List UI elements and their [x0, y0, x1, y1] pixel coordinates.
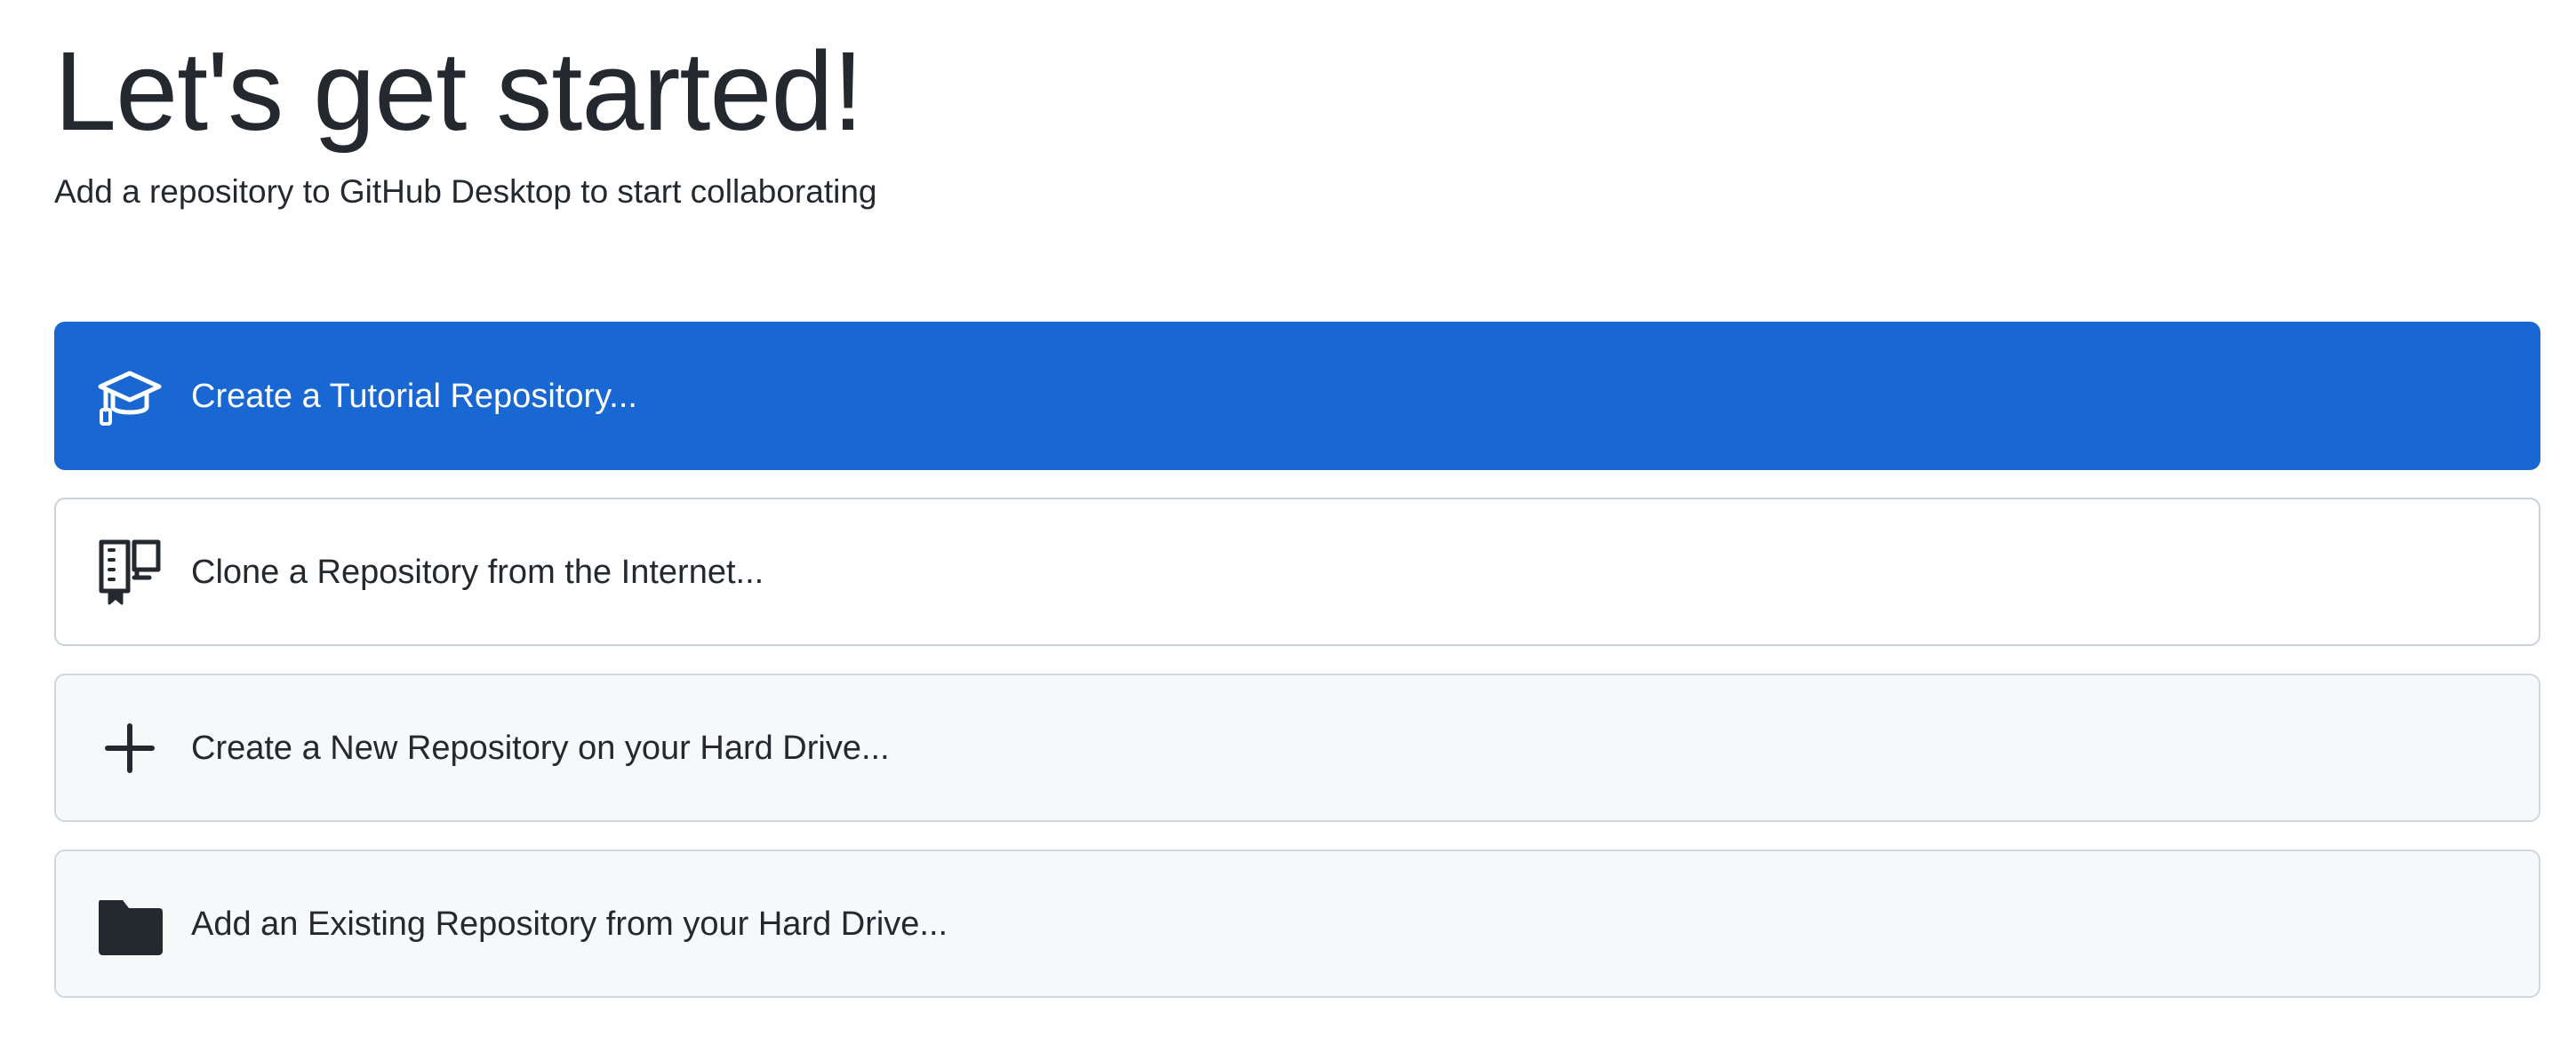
create-tutorial-repository-button[interactable]: Create a Tutorial Repository... — [54, 322, 2540, 470]
add-existing-repository-button[interactable]: Add an Existing Repository from your Har… — [54, 850, 2540, 998]
create-new-repository-label: Create a New Repository on your Hard Dri… — [191, 729, 890, 767]
plus-icon — [95, 714, 164, 783]
add-existing-repository-label: Add an Existing Repository from your Har… — [191, 905, 948, 943]
mortarboard-icon — [95, 362, 164, 431]
create-new-repository-button[interactable]: Create a New Repository on your Hard Dri… — [54, 674, 2540, 822]
create-tutorial-repository-label: Create a Tutorial Repository... — [191, 377, 637, 415]
page-title: Let's get started! — [54, 28, 864, 154]
repository-action-list: Create a Tutorial Repository... Clone a … — [54, 322, 2540, 998]
clone-repository-label: Clone a Repository from the Internet... — [191, 553, 764, 591]
folder-icon — [95, 889, 164, 959]
repo-clone-icon — [95, 538, 164, 607]
page-subtitle: Add a repository to GitHub Desktop to st… — [54, 173, 877, 210]
clone-repository-button[interactable]: Clone a Repository from the Internet... — [54, 498, 2540, 646]
